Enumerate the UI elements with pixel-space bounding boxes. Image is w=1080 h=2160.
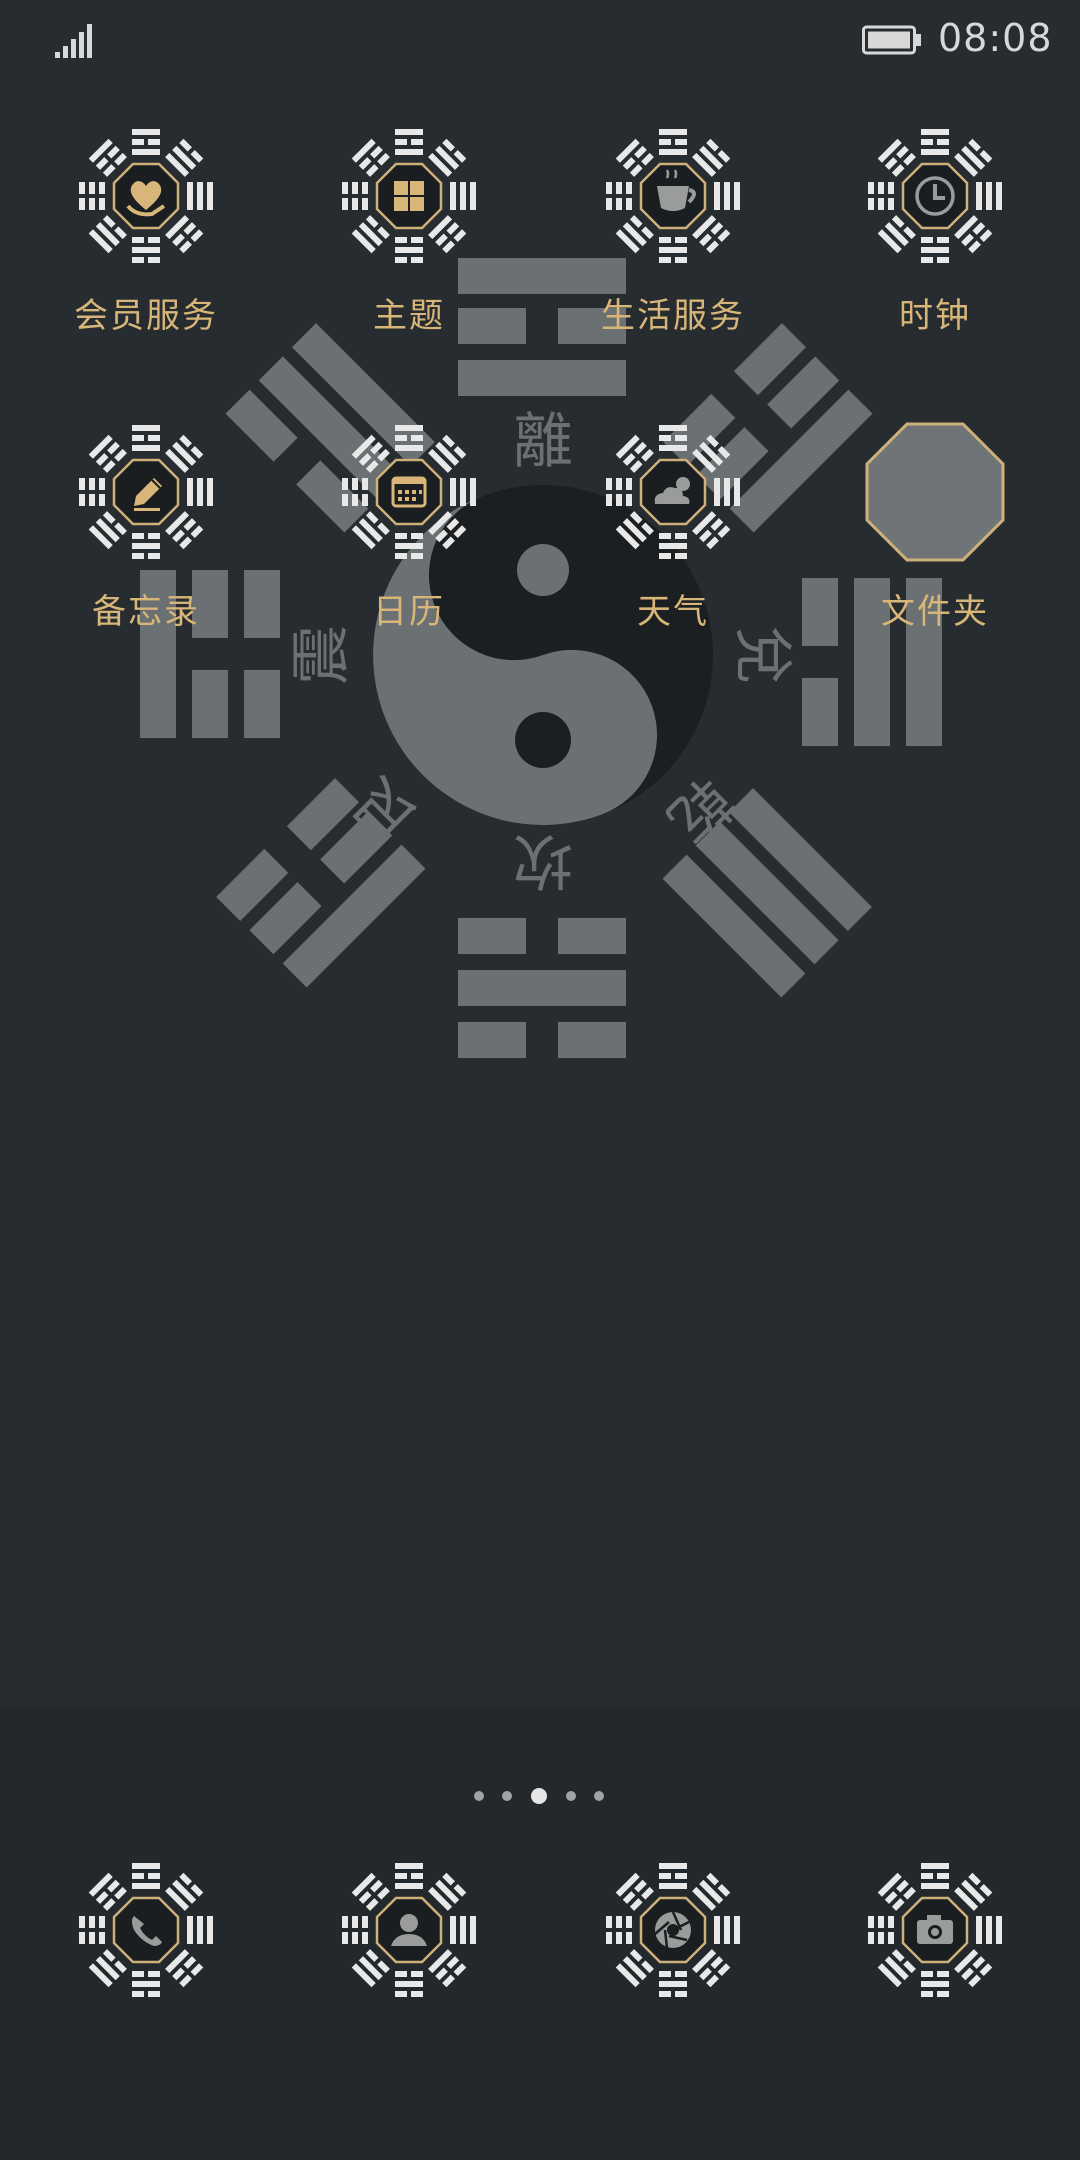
clock-icon — [865, 126, 1005, 266]
page-dot[interactable] — [474, 1791, 484, 1801]
page-dot-active[interactable] — [531, 1788, 547, 1804]
folder-icon — [865, 422, 1005, 562]
app-member-service[interactable]: 会员服务 — [31, 126, 261, 366]
trigram-label-kan: 坎 — [513, 825, 573, 895]
dock-contacts[interactable] — [339, 1860, 479, 2000]
app-theme[interactable]: 主题 — [294, 126, 524, 366]
app-label: 会员服务 — [74, 296, 218, 336]
app-life-service[interactable]: 生活服务 — [558, 126, 788, 366]
app-weather[interactable]: 天气 — [558, 422, 788, 662]
weather-icon — [603, 422, 743, 562]
status-bar: 08:08 — [0, 0, 1080, 80]
page-dot[interactable] — [594, 1791, 604, 1801]
page-dot[interactable] — [566, 1791, 576, 1801]
heart-hand-icon — [76, 126, 216, 266]
app-folder[interactable]: 文件夹 — [820, 422, 1050, 662]
signal-icon — [55, 24, 92, 58]
app-memo[interactable]: 备忘录 — [31, 422, 261, 662]
app-calendar[interactable]: 日历 — [294, 422, 524, 662]
pencil-icon — [76, 422, 216, 562]
calendar-icon — [339, 422, 479, 562]
status-time: 08:08 — [938, 16, 1053, 60]
teacup-icon — [603, 126, 743, 266]
grid-icon — [339, 126, 479, 266]
page-indicator — [0, 1785, 1080, 1809]
app-label: 天气 — [637, 592, 709, 632]
aperture-icon — [603, 1860, 743, 2000]
app-label: 文件夹 — [881, 592, 989, 632]
battery-icon — [862, 25, 921, 55]
app-label: 日历 — [373, 592, 445, 632]
app-label: 生活服务 — [601, 296, 745, 336]
camera-icon — [865, 1860, 1005, 2000]
app-label: 主题 — [373, 296, 445, 336]
dock-phone[interactable] — [76, 1860, 216, 2000]
dock-browser[interactable] — [603, 1860, 743, 2000]
app-label: 时钟 — [899, 296, 971, 336]
app-clock[interactable]: 时钟 — [820, 126, 1050, 366]
phone-icon — [76, 1860, 216, 2000]
app-label: 备忘录 — [92, 592, 200, 632]
dock-camera[interactable] — [865, 1860, 1005, 2000]
page-dot[interactable] — [502, 1791, 512, 1801]
contacts-icon — [339, 1860, 479, 2000]
